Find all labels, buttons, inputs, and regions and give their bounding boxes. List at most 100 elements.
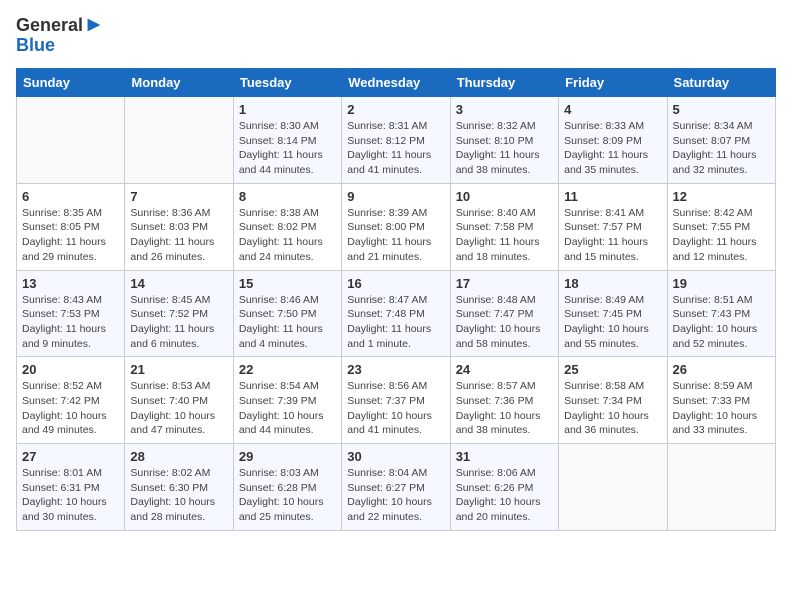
day-number: 8: [239, 189, 336, 204]
calendar-cell: 30 Sunrise: 8:04 AMSunset: 6:27 PMDayligh…: [342, 444, 450, 531]
calendar-cell: 18Sunrise: 8:49 AMSunset: 7:45 PMDayligh…: [559, 270, 667, 357]
calendar-cell: 26Sunrise: 8:59 AMSunset: 7:33 PMDayligh…: [667, 357, 775, 444]
day-number: 2: [347, 102, 444, 117]
day-info: Sunrise: 8:31 AMSunset: 8:12 PMDaylight:…: [347, 119, 444, 178]
day-info: Sunrise: 8:41 AMSunset: 7:57 PMDaylight:…: [564, 206, 661, 265]
day-info: Sunrise: 8:43 AMSunset: 7:53 PMDaylight:…: [22, 293, 119, 352]
day-info: Sunrise: 8:47 AMSunset: 7:48 PMDaylight:…: [347, 293, 444, 352]
calendar-cell: 9 Sunrise: 8:39 AMSunset: 8:00 PMDaylight…: [342, 183, 450, 270]
day-number: 5: [673, 102, 770, 117]
day-info: Sunrise: 8:56 AMSunset: 7:37 PMDaylight:…: [347, 379, 444, 438]
calendar-cell: 29 Sunrise: 8:03 AMSunset: 6:28 PMDayligh…: [233, 444, 341, 531]
calendar-week-row: 6 Sunrise: 8:35 AMSunset: 8:05 PMDaylight…: [17, 183, 776, 270]
calendar-cell: 28Sunrise: 8:02 AMSunset: 6:30 PMDayligh…: [125, 444, 233, 531]
calendar-cell: 21 Sunrise: 8:53 AMSunset: 7:40 PMDayligh…: [125, 357, 233, 444]
day-info: Sunrise: 8:03 AMSunset: 6:28 PMDaylight:…: [239, 466, 336, 525]
day-number: 9: [347, 189, 444, 204]
calendar-cell: [667, 444, 775, 531]
calendar-cell: 17Sunrise: 8:48 AMSunset: 7:47 PMDayligh…: [450, 270, 558, 357]
day-number: 29: [239, 449, 336, 464]
day-number: 31: [456, 449, 553, 464]
day-info: Sunrise: 8:52 AMSunset: 7:42 PMDaylight:…: [22, 379, 119, 438]
calendar-cell: 31Sunrise: 8:06 AMSunset: 6:26 PMDayligh…: [450, 444, 558, 531]
day-number: 15: [239, 276, 336, 291]
logo-container: General Blue: [16, 16, 103, 56]
day-number: 22: [239, 362, 336, 377]
calendar-cell: 4 Sunrise: 8:33 AMSunset: 8:09 PMDaylight…: [559, 97, 667, 184]
day-number: 7: [130, 189, 227, 204]
day-info: Sunrise: 8:04 AMSunset: 6:27 PMDaylight:…: [347, 466, 444, 525]
calendar-cell: 10 Sunrise: 8:40 AMSunset: 7:58 PMDayligh…: [450, 183, 558, 270]
day-number: 24: [456, 362, 553, 377]
day-info: Sunrise: 8:01 AMSunset: 6:31 PMDaylight:…: [22, 466, 119, 525]
day-info: Sunrise: 8:57 AMSunset: 7:36 PMDaylight:…: [456, 379, 553, 438]
day-number: 16: [347, 276, 444, 291]
calendar-cell: [559, 444, 667, 531]
weekday-header-saturday: Saturday: [667, 69, 775, 97]
day-number: 10: [456, 189, 553, 204]
day-number: 20: [22, 362, 119, 377]
calendar-cell: 7 Sunrise: 8:36 AMSunset: 8:03 PMDaylight…: [125, 183, 233, 270]
calendar-week-row: 13 Sunrise: 8:43 AMSunset: 7:53 PMDayligh…: [17, 270, 776, 357]
calendar-cell: 5 Sunrise: 8:34 AMSunset: 8:07 PMDaylight…: [667, 97, 775, 184]
day-info: Sunrise: 8:58 AMSunset: 7:34 PMDaylight:…: [564, 379, 661, 438]
day-number: 30: [347, 449, 444, 464]
weekday-header-tuesday: Tuesday: [233, 69, 341, 97]
day-info: Sunrise: 8:36 AMSunset: 8:03 PMDaylight:…: [130, 206, 227, 265]
calendar-cell: 12Sunrise: 8:42 AMSunset: 7:55 PMDayligh…: [667, 183, 775, 270]
logo: General Blue: [16, 16, 103, 56]
day-info: Sunrise: 8:46 AMSunset: 7:50 PMDaylight:…: [239, 293, 336, 352]
weekday-header-monday: Monday: [125, 69, 233, 97]
calendar-cell: 25 Sunrise: 8:58 AMSunset: 7:34 PMDayligh…: [559, 357, 667, 444]
calendar-cell: 11 Sunrise: 8:41 AMSunset: 7:57 PMDayligh…: [559, 183, 667, 270]
day-info: Sunrise: 8:53 AMSunset: 7:40 PMDaylight:…: [130, 379, 227, 438]
day-number: 4: [564, 102, 661, 117]
day-info: Sunrise: 8:34 AMSunset: 8:07 PMDaylight:…: [673, 119, 770, 178]
logo-blue-text: Blue: [16, 36, 103, 56]
calendar-week-row: 27Sunrise: 8:01 AMSunset: 6:31 PMDayligh…: [17, 444, 776, 531]
day-info: Sunrise: 8:39 AMSunset: 8:00 PMDaylight:…: [347, 206, 444, 265]
calendar-cell: 16 Sunrise: 8:47 AMSunset: 7:48 PMDayligh…: [342, 270, 450, 357]
day-number: 19: [673, 276, 770, 291]
day-info: Sunrise: 8:32 AMSunset: 8:10 PMDaylight:…: [456, 119, 553, 178]
weekday-header-wednesday: Wednesday: [342, 69, 450, 97]
day-info: Sunrise: 8:40 AMSunset: 7:58 PMDaylight:…: [456, 206, 553, 265]
day-number: 12: [673, 189, 770, 204]
day-info: Sunrise: 8:48 AMSunset: 7:47 PMDaylight:…: [456, 293, 553, 352]
day-number: 25: [564, 362, 661, 377]
day-number: 6: [22, 189, 119, 204]
calendar-cell: 6 Sunrise: 8:35 AMSunset: 8:05 PMDaylight…: [17, 183, 125, 270]
calendar-header-row: SundayMondayTuesdayWednesdayThursdayFrid…: [17, 69, 776, 97]
weekday-header-sunday: Sunday: [17, 69, 125, 97]
day-number: 21: [130, 362, 227, 377]
day-info: Sunrise: 8:38 AMSunset: 8:02 PMDaylight:…: [239, 206, 336, 265]
day-info: Sunrise: 8:54 AMSunset: 7:39 PMDaylight:…: [239, 379, 336, 438]
logo-flag-icon: [85, 16, 103, 34]
calendar-cell: 19Sunrise: 8:51 AMSunset: 7:43 PMDayligh…: [667, 270, 775, 357]
day-number: 13: [22, 276, 119, 291]
calendar-cell: 1Sunrise: 8:30 AMSunset: 8:14 PMDaylight…: [233, 97, 341, 184]
weekday-header-friday: Friday: [559, 69, 667, 97]
day-info: Sunrise: 8:33 AMSunset: 8:09 PMDaylight:…: [564, 119, 661, 178]
calendar-cell: 24 Sunrise: 8:57 AMSunset: 7:36 PMDayligh…: [450, 357, 558, 444]
day-info: Sunrise: 8:30 AMSunset: 8:14 PMDaylight:…: [239, 119, 336, 178]
calendar-cell: 2 Sunrise: 8:31 AMSunset: 8:12 PMDaylight…: [342, 97, 450, 184]
calendar-week-row: 20 Sunrise: 8:52 AMSunset: 7:42 PMDayligh…: [17, 357, 776, 444]
calendar-cell: [17, 97, 125, 184]
day-number: 23: [347, 362, 444, 377]
calendar-cell: 22 Sunrise: 8:54 AMSunset: 7:39 PMDayligh…: [233, 357, 341, 444]
day-number: 18: [564, 276, 661, 291]
calendar-week-row: 1Sunrise: 8:30 AMSunset: 8:14 PMDaylight…: [17, 97, 776, 184]
logo-general-text: General: [16, 16, 103, 36]
day-info: Sunrise: 8:59 AMSunset: 7:33 PMDaylight:…: [673, 379, 770, 438]
calendar-cell: [125, 97, 233, 184]
calendar-table: SundayMondayTuesdayWednesdayThursdayFrid…: [16, 68, 776, 531]
day-number: 3: [456, 102, 553, 117]
calendar-cell: 14Sunrise: 8:45 AMSunset: 7:52 PMDayligh…: [125, 270, 233, 357]
day-info: Sunrise: 8:35 AMSunset: 8:05 PMDaylight:…: [22, 206, 119, 265]
day-number: 14: [130, 276, 227, 291]
day-number: 11: [564, 189, 661, 204]
day-number: 28: [130, 449, 227, 464]
calendar-cell: 13 Sunrise: 8:43 AMSunset: 7:53 PMDayligh…: [17, 270, 125, 357]
calendar-cell: 3 Sunrise: 8:32 AMSunset: 8:10 PMDaylight…: [450, 97, 558, 184]
